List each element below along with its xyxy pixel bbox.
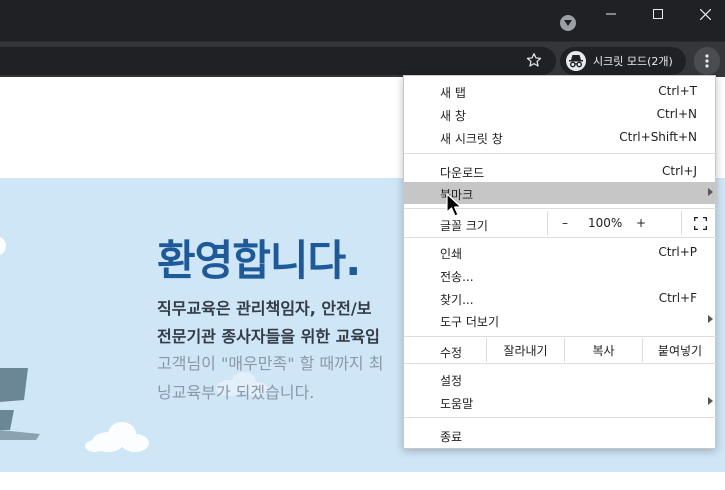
- chevron-down-icon: [564, 20, 572, 26]
- fullscreen-icon: [693, 216, 707, 230]
- menu-divider: [404, 363, 717, 364]
- menu-item-shortcut: Ctrl+F: [658, 291, 697, 305]
- menu-item-label: 종료: [440, 430, 463, 444]
- menu-divider: [404, 153, 717, 154]
- menu-edit-row: 수정 잘라내기 복사 붙여넣기: [404, 338, 717, 362]
- hero-description-line: 고객님이 "매우만족" 할 때까지 최: [157, 354, 384, 373]
- menu-item-new-window[interactable]: 새 창 Ctrl+N: [404, 103, 717, 125]
- minimize-icon: [606, 13, 616, 15]
- menu-item-shortcut: Ctrl+Shift+N: [619, 130, 697, 144]
- incognito-indicator[interactable]: 시크릿 모드(2개): [560, 47, 686, 75]
- incognito-icon: [566, 51, 586, 71]
- menu-item-help[interactable]: 도움말: [404, 391, 717, 413]
- close-icon: [699, 8, 711, 20]
- menu-item-label: 새 탭: [440, 86, 466, 100]
- paste-button[interactable]: 붙여넣기: [642, 338, 717, 362]
- menu-item-shortcut: Ctrl+P: [658, 245, 697, 259]
- zoom-label: 글꼴 크기: [440, 219, 488, 233]
- menu-item-label: 다운로드: [440, 166, 485, 180]
- menu-divider: [404, 336, 717, 337]
- edit-label: 수정: [440, 346, 463, 360]
- menu-divider: [404, 417, 717, 418]
- cut-label: 잘라내기: [503, 343, 548, 358]
- maximize-icon: [653, 9, 663, 19]
- menu-item-shortcut: Ctrl+J: [662, 164, 697, 178]
- zoom-in-button[interactable]: +: [636, 216, 646, 230]
- chrome-menu-button[interactable]: [694, 47, 720, 75]
- menu-item-label: 새 창: [440, 109, 466, 123]
- incognito-label: 시크릿 모드(2개): [593, 55, 673, 68]
- menu-item-find[interactable]: 찾기... Ctrl+F: [404, 287, 717, 309]
- star-icon: [526, 53, 542, 67]
- browser-window: 시크릿 모드(2개) 환영합니다. 직무교육은 관리책임자, 안전/보 전문기관…: [0, 0, 725, 490]
- fullscreen-button[interactable]: [681, 211, 718, 235]
- hero-description-line: 전문기관 종사자들을 위한 교육입: [157, 327, 380, 346]
- menu-item-label: 도움말: [440, 397, 474, 411]
- copy-label: 복사: [592, 343, 615, 358]
- copy-button[interactable]: 복사: [564, 338, 642, 362]
- menu-item-exit[interactable]: 종료: [404, 424, 717, 446]
- hero-description-line: 직무교육은 관리책임자, 안전/보: [157, 299, 372, 318]
- submenu-arrow-icon: [708, 397, 713, 405]
- address-bar[interactable]: [0, 47, 556, 75]
- menu-item-print[interactable]: 인쇄 Ctrl+P: [404, 241, 717, 263]
- browser-toolbar: 시크릿 모드(2개): [0, 41, 725, 77]
- menu-item-label: 전송...: [440, 270, 474, 284]
- menu-item-cast[interactable]: 전송...: [404, 264, 717, 286]
- menu-item-label: 설정: [440, 374, 463, 388]
- hero-description-line: 닝교육부가 되겠습니다.: [157, 383, 315, 402]
- menu-item-shortcut: Ctrl+T: [658, 84, 697, 98]
- menu-item-label: 찾기...: [440, 293, 474, 307]
- title-bar: [0, 0, 725, 41]
- menu-item-label: 새 시크릿 창: [440, 132, 503, 146]
- menu-item-new-incognito-window[interactable]: 새 시크릿 창 Ctrl+Shift+N: [404, 126, 717, 148]
- menu-item-settings[interactable]: 설정: [404, 368, 717, 390]
- menu-item-label: 인쇄: [440, 247, 463, 261]
- close-button[interactable]: [682, 0, 725, 28]
- menu-divider: [404, 237, 717, 238]
- paste-label: 붙여넣기: [657, 343, 703, 358]
- chrome-main-menu: 새 탭 Ctrl+T 새 창 Ctrl+N 새 시크릿 창 Ctrl+Shift…: [403, 75, 717, 449]
- tab-search-button[interactable]: [560, 15, 576, 31]
- cut-button[interactable]: 잘라내기: [486, 338, 564, 362]
- hero-title: 환영합니다.: [157, 236, 361, 285]
- zoom-controls: – 100% +: [547, 211, 717, 235]
- menu-item-label: 도구 더보기: [440, 315, 500, 329]
- zoom-level: 100%: [588, 216, 623, 230]
- submenu-arrow-icon: [708, 188, 713, 196]
- mouse-cursor-icon: [446, 193, 462, 217]
- bookmark-star-button[interactable]: [526, 52, 546, 72]
- menu-item-downloads[interactable]: 다운로드 Ctrl+J: [404, 160, 717, 182]
- minimize-button[interactable]: [588, 0, 634, 28]
- maximize-button[interactable]: [635, 0, 681, 28]
- zoom-out-button[interactable]: –: [562, 216, 568, 230]
- menu-item-new-tab[interactable]: 새 탭 Ctrl+T: [404, 80, 717, 102]
- more-vert-icon: [705, 54, 709, 68]
- menu-item-more-tools[interactable]: 도구 더보기: [404, 309, 717, 331]
- submenu-arrow-icon: [708, 315, 713, 323]
- menu-item-shortcut: Ctrl+N: [656, 107, 697, 121]
